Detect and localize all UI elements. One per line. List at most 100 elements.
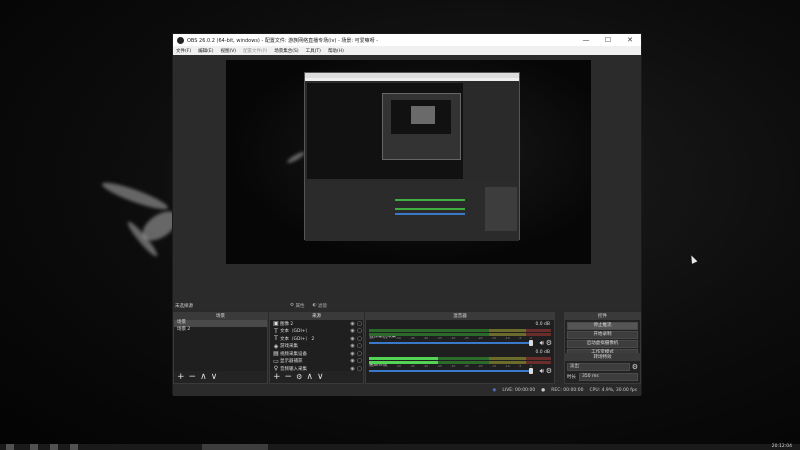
source-item[interactable]: T 文本（GDI+） ◉ ▢ [270,328,363,336]
move-scene-up-button[interactable]: ∧ [200,371,207,383]
lock-icon[interactable]: ▢ [356,321,363,327]
eye-icon[interactable]: ◉ [349,321,356,327]
volume-slider[interactable] [369,368,533,374]
rec-timer: REC: 00:00:00 [551,387,584,393]
eye-icon[interactable]: ◉ [349,336,356,342]
meter-tick-label: 0 [530,336,532,340]
nested-obs-capture-inner [382,93,461,160]
menu-view[interactable]: 视图(V) [220,48,236,54]
meter-tick-label: -15 [491,336,497,340]
source-properties-button[interactable]: ⚙ [296,371,302,383]
transition-select[interactable]: 淡出 [567,363,630,371]
menu-edit[interactable]: 编辑(E) [198,48,213,54]
lock-icon[interactable]: ▢ [356,336,363,342]
meter-tick-label: -35 [436,336,442,340]
move-source-up-button[interactable]: ∧ [306,371,313,383]
meter-tick-label: -15 [491,364,497,368]
gear-icon: ⚙ [290,303,295,308]
meter-tick-label: -40 [423,364,429,368]
meter-tick-label: -25 [464,364,469,368]
move-source-down-button[interactable]: ∨ [317,371,324,383]
audio-mixer-dock: 混音器 音频输入采集 0.0 dB -60 -55 -50 -45 -40 -35 -30-… [365,312,555,384]
taskbar-obs-item[interactable] [202,444,268,450]
scenes-dock: 场景 场景 场景 2 + − ∧ ∨ [173,312,268,384]
speaker-icon[interactable]: 🔊︎ [540,339,544,348]
filters-button[interactable]: ◐ 滤镜 [312,303,326,309]
sources-list: ▣ 图像 2 ◉ ▢ T 文本（GDI+） ◉ ▢ T 文本（GDI+） 2 ◉ ▢ ◈ 游戏采集 ◉… [270,320,363,372]
meter-tick-label: -60 [369,336,374,340]
source-item[interactable]: ▣ 图像 2 ◉ ▢ [270,320,363,328]
menu-profile[interactable]: 配置文件(P) [243,48,267,54]
volume-meter [369,329,551,332]
remove-source-button[interactable]: − [285,371,293,383]
maximize-button[interactable]: ☐ [597,34,619,46]
preview-canvas[interactable] [226,60,591,264]
volume-slider[interactable] [369,340,533,346]
track-db: 0.0 dB [535,322,550,327]
volume-slider-handle[interactable] [529,340,533,346]
source-item[interactable]: ◈ 游戏采集 ◉ ▢ [270,343,363,351]
gear-icon[interactable]: ⚙ [546,367,552,375]
source-item[interactable]: T 文本（GDI+） 2 ◉ ▢ [270,335,363,343]
no-source-label: 未选择源 [175,303,193,309]
start-recording-button[interactable]: 开始录制 [567,331,638,339]
properties-button[interactable]: ⚙ 属性 [290,303,304,309]
transitions-dock-title: 转场特效 [565,354,640,361]
eye-icon[interactable]: ◉ [349,358,356,364]
meter-tick-label: -5 [518,364,522,368]
duration-label: 时长 [567,375,576,380]
sources-dock-footer: + − ⚙ ∧ ∨ [270,371,363,383]
move-scene-down-button[interactable]: ∨ [211,371,218,383]
lock-icon[interactable]: ▢ [356,343,363,349]
scenes-dock-title: 场景 [174,313,267,320]
lock-icon[interactable]: ▢ [356,358,363,364]
source-item[interactable]: ▤ 视频采集设备 ◉ ▢ [270,350,363,358]
menu-help[interactable]: 帮助(H) [328,48,344,54]
menu-file[interactable]: 文件(F) [176,48,191,54]
source-item[interactable]: ▭ 显示器捕获 ◉ ▢ [270,358,363,366]
meter-tick-label: -5 [518,336,522,340]
lock-icon[interactable]: ▢ [356,351,363,357]
text-icon: T [274,335,278,343]
minimize-button[interactable]: — [575,34,597,46]
meter-tick-label: -35 [436,364,442,368]
taskbar: 20:12:04 [0,444,800,450]
mixer-track: 桌面音频 0.0 dB -60 -55 -50 -45 -40 -35 -30 -25 -20-… [366,348,554,376]
stop-streaming-button[interactable]: 停止推流 [567,322,638,330]
add-scene-button[interactable]: + [177,371,185,383]
duration-input[interactable]: 350 ms [579,373,638,381]
close-button[interactable]: ✕ [619,34,641,46]
taskbar-app-icon[interactable] [70,444,78,450]
add-source-button[interactable]: + [273,371,281,383]
live-timer: LIVE: 00:00:00 [502,387,536,393]
gear-icon[interactable]: ⚙ [546,339,552,347]
transitions-dock: 转场特效 淡出 ⚙ 时长 350 ms [564,353,641,384]
eye-icon[interactable]: ◉ [349,328,356,334]
audio-mixer-dock-title: 混音器 [366,313,554,320]
start-icon[interactable] [6,444,14,450]
meter-tick-label: -60 [369,364,374,368]
gear-icon[interactable]: ⚙ [632,363,638,371]
display-capture-icon: ▭ [273,357,279,365]
taskbar-app-icon[interactable] [30,444,38,450]
status-bar: ◉ LIVE: 00:00:00 ● REC: 00:00:00 CPU: 4.… [173,384,641,396]
scene-item[interactable]: 场景 2 [174,327,267,334]
live-icon: ◉ [492,387,497,393]
meter-tick-label: -20 [477,364,483,368]
image-icon: ▣ [273,320,279,328]
lock-icon[interactable]: ▢ [356,328,363,334]
meter-tick-label: -30 [450,364,456,368]
speaker-icon[interactable]: 🔊︎ [540,367,544,376]
eye-icon[interactable]: ◉ [349,343,356,349]
menu-tools[interactable]: 工具(T) [306,48,321,54]
menu-scene-collection[interactable]: 场景集合(S) [274,48,298,54]
meter-tick-label: -55 [382,336,388,340]
rec-icon: ● [541,387,546,393]
start-virtual-camera-button[interactable]: 启动虚拟摄像机 [567,340,638,348]
remove-scene-button[interactable]: − [189,371,197,383]
controls-dock-title: 控件 [565,313,640,320]
obs-logo-icon [177,36,184,44]
taskbar-app-icon[interactable] [50,444,58,450]
eye-icon[interactable]: ◉ [349,351,356,357]
volume-slider-handle[interactable] [529,368,533,374]
